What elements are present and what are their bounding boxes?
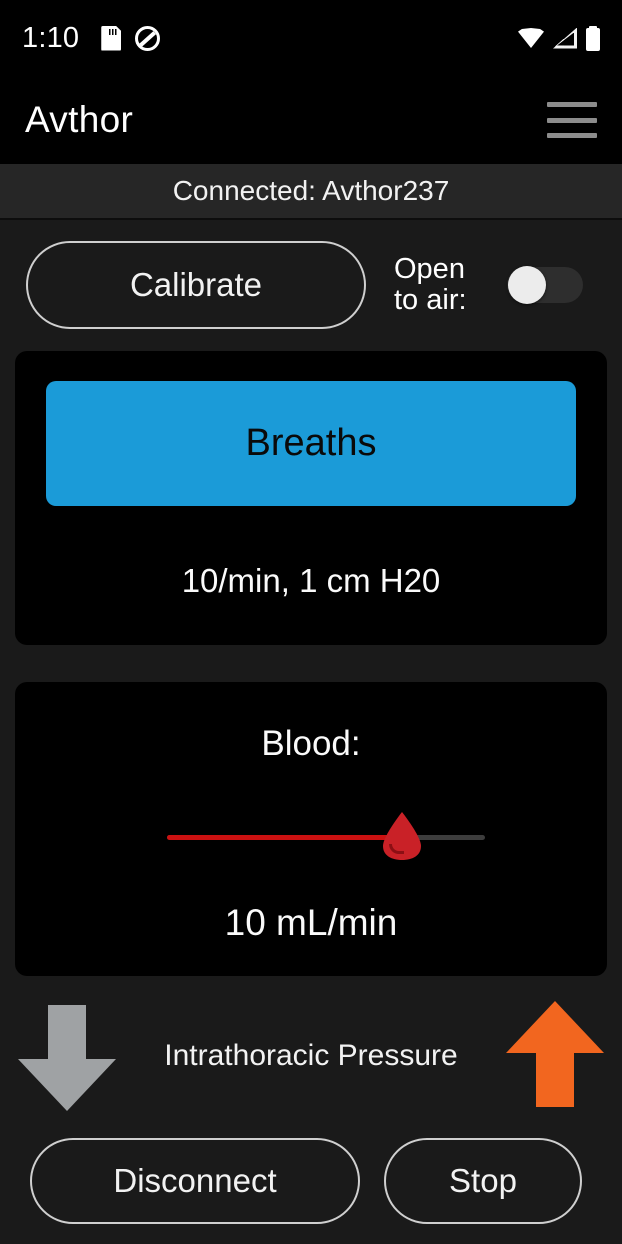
calibrate-button[interactable]: Calibrate <box>26 241 366 329</box>
blood-slider[interactable] <box>15 806 607 868</box>
breaths-button[interactable]: Breaths <box>46 381 576 506</box>
arrow-up-icon[interactable] <box>506 1001 604 1111</box>
blood-drop-icon[interactable] <box>383 812 421 860</box>
battery-icon <box>586 25 600 51</box>
intrathoracic-pressure-row: Intrathoracic Pressure <box>0 996 622 1116</box>
footer-button-row: Disconnect Stop <box>0 1133 622 1228</box>
toggle-knob <box>508 266 546 304</box>
wifi-icon <box>518 28 544 48</box>
status-bar-left-icons <box>101 25 161 51</box>
sd-card-icon <box>101 26 121 51</box>
do-not-disturb-icon <box>135 25 161 51</box>
open-to-air-label-line1: Open <box>394 252 465 285</box>
breaths-settings-text: 10/min, 1 cm H20 <box>181 562 441 599</box>
cellular-signal-icon <box>553 28 577 49</box>
hamburger-menu-icon[interactable] <box>547 100 597 140</box>
blood-value-text: 10 mL/min <box>224 902 398 943</box>
intrathoracic-pressure-label: Intrathoracic Pressure <box>164 1039 458 1072</box>
app-screen: 1:10 Avthor Connected: Avthor237 Calibra… <box>0 0 622 1244</box>
open-to-air-label-line2: to air: <box>394 284 467 316</box>
status-bar-time: 1:10 <box>22 21 80 54</box>
blood-title: Blood: <box>261 724 361 763</box>
open-to-air-control: Open to air: <box>394 252 583 317</box>
arrow-down-icon[interactable] <box>18 1001 116 1111</box>
blood-card: Blood: 10 mL/min <box>15 682 607 976</box>
breaths-card: Breaths 10/min, 1 cm H20 <box>15 351 607 645</box>
open-to-air-toggle[interactable] <box>507 266 583 304</box>
disconnect-button[interactable]: Disconnect <box>30 1137 360 1224</box>
app-bar: Avthor <box>0 76 622 164</box>
blood-slider-fill <box>167 835 401 840</box>
status-bar: 1:10 <box>0 0 622 76</box>
open-to-air-label: Open to air: <box>394 252 489 317</box>
status-bar-right-icons <box>518 25 600 51</box>
stop-button[interactable]: Stop <box>384 1137 582 1224</box>
calibrate-row: Calibrate Open to air: <box>0 226 622 344</box>
connection-status-bar: Connected: Avthor237 <box>0 164 622 220</box>
connection-status-text: Connected: Avthor237 <box>172 175 450 206</box>
app-title: Avthor <box>25 99 134 140</box>
